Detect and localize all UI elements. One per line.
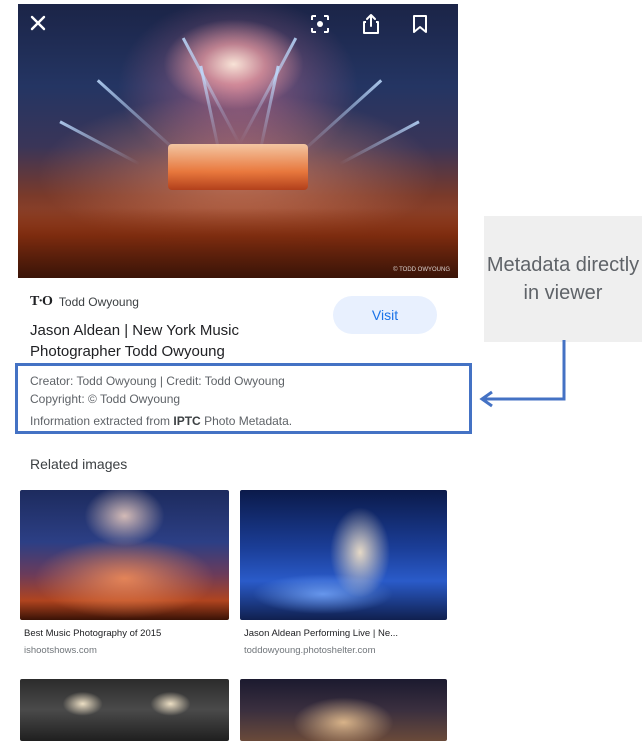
related-image-thumb[interactable]	[20, 679, 229, 741]
related-item-site: toddowyoung.photoshelter.com	[244, 645, 376, 656]
annotation-arrow-icon	[479, 340, 566, 408]
metadata-highlight-box	[15, 363, 472, 434]
related-image-thumb[interactable]	[240, 490, 447, 620]
related-image-thumb[interactable]	[240, 679, 447, 741]
share-icon[interactable]	[359, 12, 383, 36]
annotation-callout: Metadata directly in viewer	[484, 216, 642, 342]
visit-button[interactable]: Visit	[333, 296, 437, 334]
close-icon[interactable]	[27, 12, 49, 34]
bookmark-icon[interactable]	[408, 12, 432, 36]
concert-hero-image[interactable]: © TODD OWYOUNG	[18, 4, 458, 278]
related-item-title[interactable]: Jason Aldean Performing Live | Ne...	[244, 628, 398, 639]
lens-icon[interactable]	[308, 12, 332, 36]
related-item-site: ishootshows.com	[24, 645, 97, 656]
related-item-title[interactable]: Best Music Photography of 2015	[24, 628, 161, 639]
source-logo: T·O	[30, 294, 53, 309]
source-row[interactable]: T·O Todd Owyoung	[30, 294, 139, 310]
source-name: Todd Owyoung	[58, 295, 139, 309]
related-image-thumb[interactable]	[20, 490, 229, 620]
related-images-heading: Related images	[30, 456, 128, 472]
image-title[interactable]: Jason Aldean | New York Music Photograph…	[30, 320, 330, 362]
watermark: © TODD OWYOUNG	[393, 267, 450, 273]
